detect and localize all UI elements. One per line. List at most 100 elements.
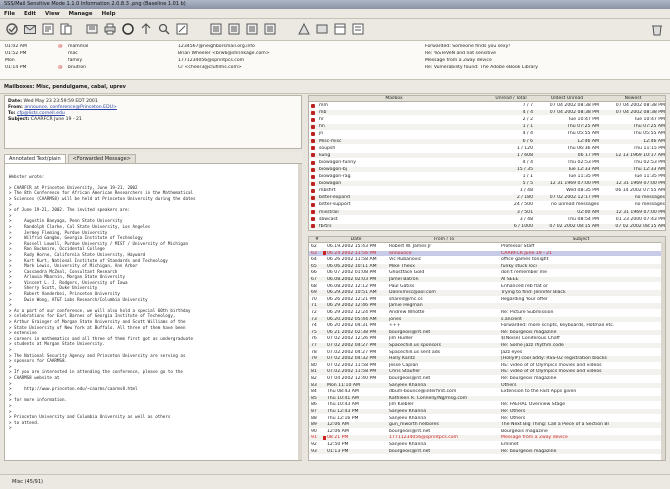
folder-list-header: Mailbox Unread / Total Oldest Unread New… bbox=[309, 96, 665, 102]
window-icon[interactable] bbox=[333, 22, 347, 36]
undo-icon[interactable] bbox=[139, 22, 153, 36]
message-row[interactable]: 64 06 26 2002 11:58 AM Vic Rubanovic office… bbox=[309, 257, 665, 262]
folder-row[interactable]: mb 4 / 4 07 04 2002 08:38 PM 07 04 2002 08:… bbox=[309, 110, 665, 116]
compose-icon[interactable] bbox=[175, 22, 189, 36]
message-row[interactable]: 84 Thu 08:43 AM dbum-bounce@interfirst.com… bbox=[309, 389, 665, 394]
folder-row[interactable]: Misc-misc 6 / 6 12:46 AM 12:46 AM bbox=[309, 138, 665, 144]
message-row[interactable]: 63 06 24 2002 11:56 PM announce CAARFCR Jun… bbox=[309, 250, 665, 256]
column-oldest-unread[interactable]: Oldest Unread bbox=[535, 96, 599, 102]
get-mail-icon[interactable] bbox=[23, 22, 37, 36]
message-row[interactable]: 87 Thu 12:43 PM Sanjeev Khanna Re: Others bbox=[309, 409, 665, 415]
filters-icon[interactable] bbox=[245, 22, 259, 36]
message-body-scrollbar[interactable] bbox=[298, 164, 302, 460]
preferences-icon[interactable] bbox=[263, 22, 277, 36]
folder-row[interactable]: jn 4 / 4 Thu 05:55 AM Thu 05:55 AM bbox=[309, 131, 665, 136]
folder-cell: 07 04 2002 08:38 PM bbox=[615, 103, 665, 108]
menu-manage[interactable]: Manage bbox=[69, 11, 93, 17]
alert-row[interactable]: Mon family 1771234056@sprintpcs.com Mess… bbox=[0, 58, 670, 65]
check-mail-icon[interactable] bbox=[5, 22, 19, 36]
message-row[interactable]: 65 06.06.2002 10:11 AM Mike Thexx funky stu… bbox=[309, 263, 665, 270]
column-subject[interactable]: Subject bbox=[501, 237, 661, 243]
message-row[interactable]: 81 07.02.2002 11:58 PM Chris Staufler RE: v… bbox=[309, 369, 665, 375]
message-row[interactable]: 83 Mon 11:10 AM Sanjeev Khanna Others bbox=[309, 382, 665, 388]
message-row[interactable]: 66 06 07 2002 01:08 PM Ghostface Gold don't… bbox=[309, 270, 665, 275]
tab-forwarded-message[interactable]: <Forwarded Message> bbox=[67, 154, 136, 163]
message-row[interactable]: 89 12:06 AM gun_mworth helbores The Next Bi… bbox=[309, 422, 665, 428]
reply-all-icon[interactable] bbox=[59, 22, 73, 36]
folder-row[interactable]: biowagon-rag 1 / 1 Tue 11:35 PM Tue 11:35 P… bbox=[309, 174, 665, 179]
message-row[interactable]: 85 Thu 10:41 AM Kathleen R. Connelly/Ng/ms… bbox=[309, 395, 665, 402]
folder-cell: bitter-support bbox=[319, 202, 351, 208]
folder-cell: 6 / 6 bbox=[522, 138, 533, 144]
message-row[interactable]: 86 Thu 10:43 AM Jim Kiebler Re: FAEHAL Over… bbox=[309, 402, 665, 407]
message-row[interactable]: 79 07 02 2002 04:32 PM Holly Kantz [Holly#]… bbox=[309, 356, 665, 362]
folder-row[interactable]: biowagon-funny 4 / 4 Thu 02:53 PM Thu 02:53… bbox=[309, 160, 665, 165]
menu-help[interactable]: Help bbox=[102, 11, 116, 17]
folder-row[interactable]: bitter-support 24 / 500 no unread messages… bbox=[309, 202, 665, 208]
menu-view[interactable]: View bbox=[45, 11, 60, 17]
message-list-scrollbar[interactable] bbox=[661, 242, 665, 460]
message-row[interactable]: 69 06.29.2002 10:51 AM Dannimisc@aol.com Tr… bbox=[309, 290, 665, 296]
folder-row[interactable]: bitter-expand 2 / 180 07 02 2002 12:17 PM n… bbox=[309, 195, 665, 201]
alert-row[interactable]: 01:52 PM mac Brian Wheeler <brw6@shrinka… bbox=[0, 51, 670, 58]
message-from[interactable]: announce, conference@Princeton.EDU> bbox=[24, 105, 116, 110]
folder-row[interactable]: biowagon 5 / 5 12 31 1969 07:00 PM 12 31 19… bbox=[309, 181, 665, 187]
message-row[interactable]: 82 07 04 2002 12:40 PM bourgeois@rit.net Re… bbox=[309, 376, 665, 381]
message-row[interactable]: 71 06 29 2002 12:46 PM Jamie Hegman bbox=[309, 303, 665, 309]
message-cell: 67 bbox=[311, 277, 317, 282]
folder-row[interactable]: soupsh 1 / 120 Thu 06:36 AM Thu 11:15 PM bbox=[309, 146, 665, 151]
folders-icon[interactable] bbox=[227, 22, 241, 36]
address-book-icon[interactable] bbox=[209, 22, 223, 36]
folder-row[interactable]: mm 7 / 7 07 04 2002 08:38 PM 07 04 2002 08:… bbox=[309, 103, 665, 108]
message-row[interactable]: 62 06.19.2002 15:43 PM Robert W. James Jr P… bbox=[309, 244, 665, 249]
message-row[interactable]: 73 06.20.2002 05:44 AM jones s.ancient bbox=[309, 316, 665, 322]
folder-row[interactable]: kung 1 / 608 06 17 PM 12 13 1969 10:17 AM bbox=[309, 152, 665, 159]
tools-icon[interactable] bbox=[315, 22, 329, 36]
folder-row[interactable]: hr 2 / 2 Tue 10:47 PM Tue 10:47 PM bbox=[309, 117, 665, 122]
column-date[interactable]: Date bbox=[325, 237, 387, 243]
menu-edit[interactable]: Edit bbox=[24, 11, 36, 17]
message-row[interactable]: 93 01:13 PM bourgeois@rit.net Re: bourgeois… bbox=[309, 448, 665, 454]
reply-icon[interactable] bbox=[41, 22, 55, 36]
message-cell: Enhanced reb flat or bbox=[501, 283, 548, 289]
folder-row[interactable]: hn 1 / 1 Thu 07:25 AM Thu 07:25 AM bbox=[309, 124, 665, 130]
message-row[interactable]: 76 07 02 2002 12:26 PM Jim Hudler $(Noise) … bbox=[309, 336, 665, 341]
trash-icon[interactable] bbox=[650, 22, 664, 36]
folder-row[interactable]: fbrtrs 6 / 1000 07 02 2002 08:15 AM 07 02 2… bbox=[309, 223, 665, 230]
search-icon[interactable] bbox=[157, 22, 171, 36]
message-row[interactable]: 90 12:06 AM bourgeois@rit.net Bourgeois mag… bbox=[309, 429, 665, 434]
forward-icon[interactable] bbox=[85, 22, 99, 36]
print-icon[interactable] bbox=[103, 22, 117, 36]
notes-icon[interactable] bbox=[351, 22, 365, 36]
message-row[interactable]: 70 06 26 2002 12:21 PM shared@mc.cs Regardi… bbox=[309, 297, 665, 302]
message-cell: funky stuck loci bbox=[501, 263, 537, 269]
tab-annotated-text[interactable]: Annotated Text/plain bbox=[4, 154, 66, 163]
column-mailbox[interactable]: Mailbox bbox=[319, 96, 469, 102]
message-row[interactable]: 92 12:50 PM Sanjeev Khanna Emlinet bbox=[309, 442, 665, 447]
message-row[interactable]: 67 06.08.2002 02:03 PM Jamel Batron Al SEEE bbox=[309, 277, 665, 283]
message-row[interactable]: 75 06 21 2002 02:38 PM bourgeois@rit.net Re… bbox=[309, 329, 665, 336]
message-row[interactable]: 91 08 21 PM 17711234056@sprintpcs.com Messa… bbox=[309, 435, 665, 441]
column-number[interactable]: # bbox=[311, 237, 323, 243]
folder-row[interactable]: sbwcast 3 / 48 Thu 08:54 PM 01 23 2000 07:4… bbox=[309, 217, 665, 222]
message-row[interactable]: 80 07 02 2002 11:58 PM Jesse Caplan RE: vid… bbox=[309, 363, 665, 368]
message-row[interactable]: 74 06 20 2002 04:31 PM +++ Forwarded: more … bbox=[309, 323, 665, 328]
alert-row[interactable]: 01:02 AM @ mammal 1234567@neighborsmail.… bbox=[0, 44, 670, 51]
message-cell: 65 bbox=[311, 263, 317, 269]
alert-row[interactable]: 01:14 PM @ bnutron Cr <cheer3@clufilms.c… bbox=[0, 65, 670, 72]
menu-file[interactable]: File bbox=[4, 11, 15, 17]
column-newest[interactable]: Newest bbox=[601, 96, 665, 102]
message-row[interactable]: 72 06 29 2002 12:24 PM Andrew Whotte Re: Pi… bbox=[309, 310, 665, 315]
column-unread-total[interactable]: Unread / Total bbox=[489, 96, 533, 102]
delete-icon[interactable] bbox=[121, 22, 135, 36]
online-icon[interactable] bbox=[297, 22, 311, 36]
folder-row[interactable]: misstrail 3 / 501 02:00 AM 12 31 1969 07:00… bbox=[309, 209, 665, 215]
message-row[interactable]: 78 07.02.2002 04:27 PM Spacechill.us sent … bbox=[309, 350, 665, 355]
column-from[interactable]: From / To bbox=[389, 237, 499, 243]
message-row[interactable]: 77 07 02 2002 04:27 PM Spacechill.us spons… bbox=[309, 343, 665, 349]
message-to[interactable]: cfp@lists.cornell.edu bbox=[17, 111, 65, 116]
message-row[interactable]: 68 06.08.2002 12:12 PM Paul Gatiss Enhanced… bbox=[309, 283, 665, 289]
message-row[interactable]: 88 Thu 12:16 PM Sanjeev Khanna Re: Others bbox=[309, 416, 665, 421]
folder-row[interactable]: mbsfirt 1 / 48 Wed 08:35 PM 06 14 2002 07:5… bbox=[309, 188, 665, 193]
folder-row[interactable]: biowagon-bj 15 / 35 Tue 12:33 AM Thu 12:33 … bbox=[309, 166, 665, 173]
